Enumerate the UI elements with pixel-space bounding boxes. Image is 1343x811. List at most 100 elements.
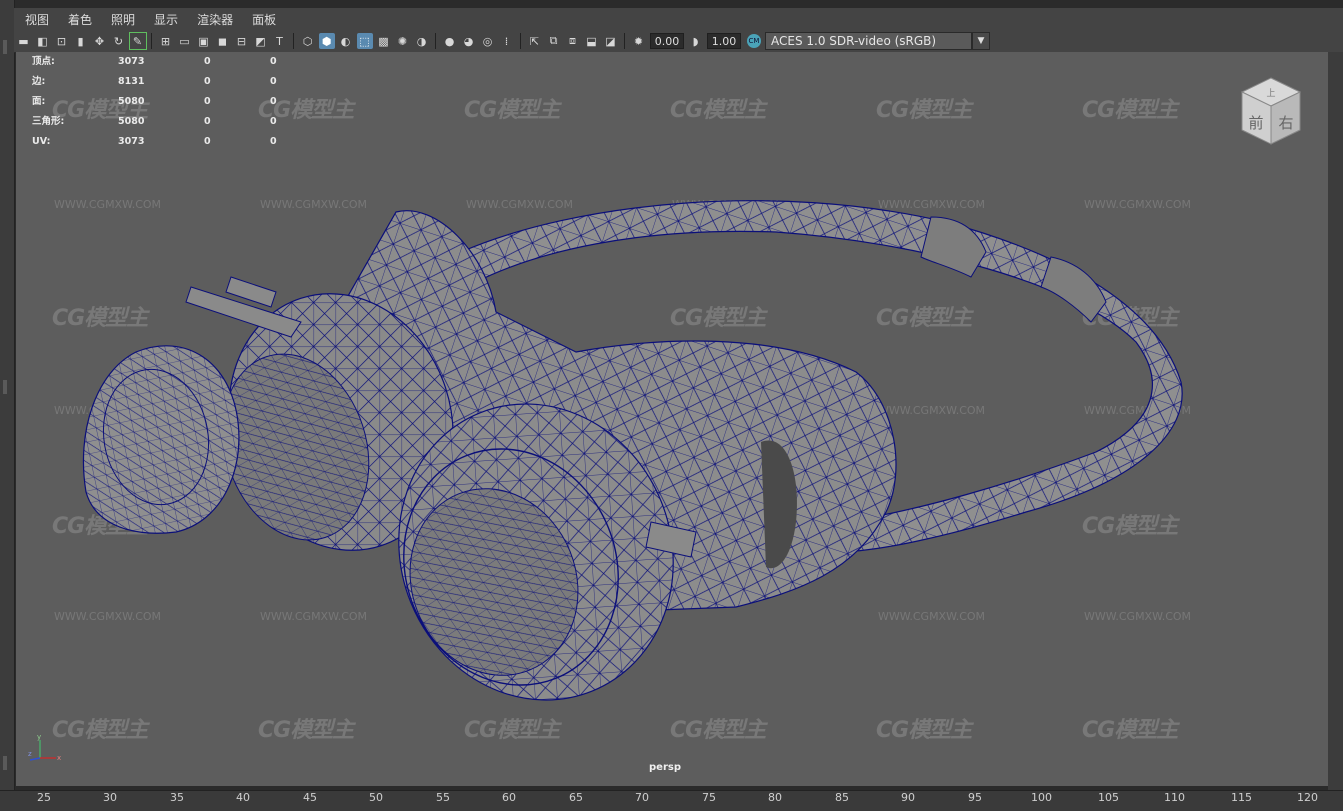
gate-mask-icon[interactable]: ◼ (215, 33, 231, 49)
image-plane-icon[interactable]: ▮ (73, 33, 89, 49)
goggles-model[interactable] (16, 52, 1328, 786)
hud-label: 边: (32, 76, 46, 87)
menu-shading[interactable]: 着色 (57, 11, 100, 28)
hud-value: 3073 (118, 136, 145, 147)
hud-value: 0 (204, 116, 211, 127)
chevron-down-icon[interactable]: ▼ (972, 32, 990, 50)
timeline-tick: 85 (835, 791, 849, 804)
hud-value: 0 (204, 96, 211, 107)
use-lights-icon[interactable]: ✺ (395, 33, 411, 49)
z-axis-label: z (28, 750, 32, 758)
toolbar-divider (293, 33, 294, 49)
menu-show[interactable]: 显示 (143, 11, 186, 28)
smooth-shade-icon[interactable]: ⬢ (318, 33, 335, 49)
depth-of-field-icon[interactable]: ⁞ (499, 33, 515, 49)
camera-attr-icon[interactable]: ◧ (35, 33, 51, 49)
panel-toolbar: ▬ ◧ ⊡ ▮ ✥ ↻ ✎ ⊞ ▭ ▣ ◼ ⊟ ◩ T ⬡ ⬢ ◐ ⬚ ▩ ✺ … (14, 30, 1343, 53)
view-cube-top-label: 上 (1266, 88, 1275, 99)
hud-value: 0 (270, 96, 277, 107)
timeline-tick: 110 (1164, 791, 1185, 804)
panel-grip[interactable] (3, 756, 7, 770)
xray-icon[interactable]: ⧉ (546, 33, 562, 49)
film-gate-icon[interactable]: ▭ (177, 33, 193, 49)
textured-icon[interactable]: ▩ (376, 33, 392, 49)
timeline-tick: 120 (1297, 791, 1318, 804)
color-management-icon[interactable]: CM (747, 34, 761, 48)
hud-value: 0 (270, 56, 277, 67)
colorspace-select[interactable]: ACES 1.0 SDR-video (sRGB) (765, 32, 972, 50)
grid-icon[interactable]: ⊞ (158, 33, 174, 49)
exposure-field[interactable]: 0.00 (650, 33, 684, 49)
ambient-occlusion-icon[interactable]: ● (442, 33, 458, 49)
hud-value: 0 (270, 76, 277, 87)
motion-blur-icon[interactable]: ◕ (461, 33, 477, 49)
timeline-tick: 80 (768, 791, 782, 804)
multisample-aa-icon[interactable]: ◎ (480, 33, 496, 49)
gamma-field[interactable]: 1.00 (707, 33, 741, 49)
default-material-icon[interactable]: ◐ (338, 33, 354, 49)
timeline-tick: 45 (303, 791, 317, 804)
timeline-tick: 75 (702, 791, 716, 804)
3d-viewport[interactable]: CG模型主 CG模型主 CG模型主 CG模型主 CG模型主 CG模型主 WWW.… (16, 52, 1328, 786)
wireframe-icon[interactable]: ⬡ (300, 33, 316, 49)
hud-value: 0 (270, 116, 277, 127)
resolution-gate-icon[interactable]: ▣ (196, 33, 212, 49)
timeline-tick: 30 (103, 791, 117, 804)
safe-action-icon[interactable]: ◩ (253, 33, 269, 49)
toolbar-divider (624, 33, 625, 49)
view-cube-right-label: 右 (1278, 114, 1293, 132)
hud-value: 0 (270, 136, 277, 147)
menu-panels[interactable]: 面板 (241, 11, 284, 28)
hud-value: 3073 (118, 56, 145, 67)
panel-grip[interactable] (3, 40, 7, 54)
panel-grip[interactable] (3, 380, 7, 394)
backface-icon[interactable]: ◪ (603, 33, 619, 49)
timeline-tick: 115 (1231, 791, 1252, 804)
left-side-panel (0, 0, 15, 790)
bookmark-icon[interactable]: ⊡ (54, 33, 70, 49)
timeline-tick: 25 (37, 791, 51, 804)
timeline-tick: 65 (569, 791, 583, 804)
xray-joints-icon[interactable]: ⬓ (584, 33, 600, 49)
time-slider[interactable]: 25 30 35 40 45 50 55 60 65 70 75 80 85 9… (0, 790, 1343, 811)
menu-view[interactable]: 视图 (14, 11, 57, 28)
wireframe-on-shaded-icon[interactable]: ⬚ (356, 33, 373, 49)
grease-pencil-icon[interactable]: ✎ (128, 32, 147, 50)
timeline-tick: 95 (968, 791, 982, 804)
hud-value: 0 (204, 136, 211, 147)
hud-label: UV: (32, 136, 51, 147)
field-chart-icon[interactable]: ⊟ (234, 33, 250, 49)
hud-value: 8131 (118, 76, 145, 87)
timeline-tick: 70 (635, 791, 649, 804)
view-cube[interactable]: 上 前 右 (1236, 74, 1306, 148)
exposure-icon[interactable]: ✹ (631, 33, 647, 49)
timeline-tick: 40 (236, 791, 250, 804)
hud-value: 5080 (118, 116, 145, 127)
timeline-tick: 35 (170, 791, 184, 804)
hud-label: 顶点: (32, 56, 55, 67)
timeline-tick: 105 (1098, 791, 1119, 804)
timeline-tick: 60 (502, 791, 516, 804)
view-cube-front-label: 前 (1248, 114, 1263, 132)
camera-icon[interactable]: ▬ (16, 33, 32, 49)
timeline-tick: 100 (1031, 791, 1052, 804)
camera-label: persp (649, 762, 681, 773)
toolbar-divider (435, 33, 436, 49)
menu-lighting[interactable]: 照明 (100, 11, 143, 28)
timeline-tick: 90 (901, 791, 915, 804)
menu-renderer[interactable]: 渲染器 (186, 11, 241, 28)
toolbar-divider (151, 33, 152, 49)
gamma-icon[interactable]: ◗ (688, 33, 704, 49)
safe-title-icon[interactable]: T (272, 33, 288, 49)
isolate-select-icon[interactable]: ⇱ (527, 33, 543, 49)
2d-pan-icon[interactable]: ✥ (92, 33, 108, 49)
hud-label: 面: (32, 96, 46, 107)
hud-value: 5080 (118, 96, 145, 107)
right-side-panel (1328, 52, 1343, 790)
hud-value: 0 (204, 56, 211, 67)
pan-zoom-icon[interactable]: ↻ (111, 33, 127, 49)
y-axis-label: y (37, 733, 41, 741)
timeline-tick: 50 (369, 791, 383, 804)
xray-active-icon[interactable]: ⧈ (565, 33, 581, 49)
shadows-icon[interactable]: ◑ (414, 33, 430, 49)
